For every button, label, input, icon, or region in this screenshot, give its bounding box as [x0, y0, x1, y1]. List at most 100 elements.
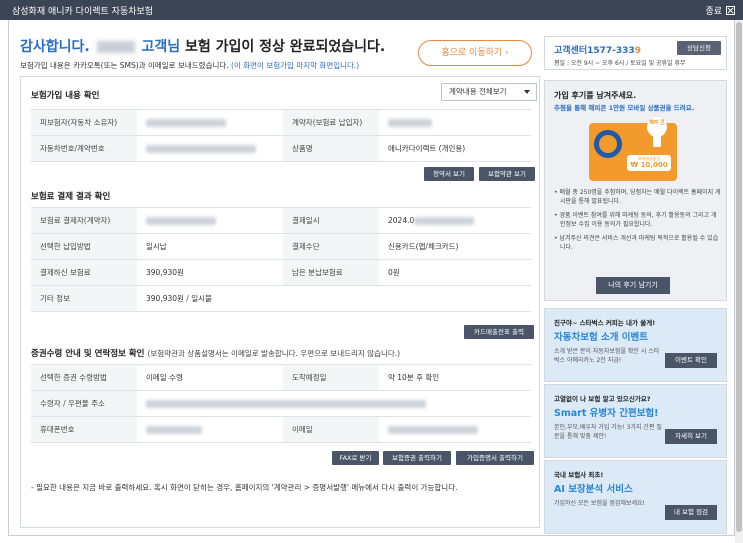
check-my-insurance-button[interactable]: 내 보험 점검	[665, 505, 717, 520]
cell-value: 390,930원 / 일시불	[137, 285, 531, 312]
home-button[interactable]: 홈으로 이동하기 ›	[418, 40, 532, 66]
cell-value: 390,930원	[137, 259, 283, 286]
gift-card-image: 해피 콘 모바일상품권 ₩ 10,000	[589, 117, 677, 181]
cell-value	[137, 390, 531, 417]
close-icon	[726, 6, 735, 15]
review-subtitle: 추첨을 통해 해피콘 1만원 모바일 상품권을 드려요.	[554, 104, 695, 112]
thanks-customer: 고객님	[141, 39, 181, 55]
masked-value	[388, 426, 478, 434]
section1-title: 보험가입 내용 확인	[31, 91, 100, 101]
gift-badge: 해피 콘	[647, 117, 667, 137]
masked-value	[146, 145, 256, 153]
cell-value	[137, 109, 283, 136]
table-row: 기타 정보 390,930원 / 일시불	[31, 285, 531, 312]
table-row: 선택한 증권 수령방법 이메일 수령 도착예정일 약 10분 후 확인	[31, 364, 531, 391]
section1-table: 피보험자(자동차 소유자) 계약자(보험료 납입자) 자동차번호/계약번호 상품…	[31, 109, 531, 162]
list-item: • 경품 이벤트 참여를 위해 마케팅 동의, 후기 활용동의 그리고 개인정보…	[554, 212, 717, 228]
cell-header: 이메일	[283, 416, 379, 443]
contract-view-dropdown[interactable]: 계약내용 전체보기	[441, 83, 537, 101]
cell-value	[379, 416, 531, 443]
masked-value	[146, 400, 426, 408]
section2-title: 보험료 결제 결과 확인	[31, 192, 111, 202]
list-item: • 매월 총 250명을 추첨하며, 당첨자는 매월 다이렉트 홈페이지 게시판…	[554, 189, 721, 205]
cell-header: 결제일시	[283, 207, 379, 234]
cup-icon	[653, 135, 661, 147]
cell-value: 2024.0	[379, 207, 531, 234]
card-receipt-button[interactable]: 카드매출전표 출력	[464, 325, 534, 339]
cell-value: 0원	[379, 259, 531, 286]
cell-header: 피보험자(자동차 소유자)	[31, 109, 137, 136]
review-bullets: • 매월 총 250명을 추첨하며, 당첨자는 매월 다이렉트 홈페이지 게시판…	[554, 188, 722, 257]
notice-blue: (이 화면이 보험가입 마지막 화면입니다.)	[231, 61, 360, 70]
cell-header: 남은 분납보험료	[283, 259, 379, 286]
promo-line2: AI 보장분석 서비스	[554, 484, 633, 495]
cell-value: 약 10분 후 확인	[379, 364, 531, 391]
cell-header: 기타 정보	[31, 285, 137, 312]
chevron-down-icon	[524, 90, 530, 94]
view-policy-terms-button[interactable]: 보험약관 보기	[479, 167, 535, 181]
gift-price: ₩ 10,000	[630, 161, 668, 169]
write-review-button[interactable]: 나의 후기 남기기	[596, 277, 670, 294]
promo-ai-analysis: 국내 보험사 최초! AI 보장분석 서비스 가입하신 모든 보험을 점검해보세…	[544, 460, 727, 534]
cell-value	[379, 109, 531, 136]
thanks-suffix: 보험 가입이 정상 완료되었습니다.	[184, 39, 386, 55]
close-label: 종료	[705, 7, 722, 17]
print-certificate-button[interactable]: 가입증명서 출력하기	[456, 451, 534, 465]
promo-line1: 국내 보험사 최초!	[554, 471, 604, 479]
list-item: • 남겨주신 의견은 서비스 개선과 마케팅 목적으로 활용될 수 있습니다.	[554, 235, 719, 251]
view-application-button[interactable]: 청약서 보기	[424, 167, 474, 181]
masked-value	[388, 119, 432, 127]
customer-name-masked	[96, 41, 135, 53]
scrollbar-thumb[interactable]	[736, 22, 742, 532]
cell-header: 자동차번호/계약번호	[31, 135, 137, 162]
call-center-hours: 평일 : 오전 9시 ~ 오후 6시 / 토요일 및 공휴일 휴무	[554, 60, 686, 67]
table-row: 보험료 결제자(계약자) 결제일시 2024.0	[31, 207, 531, 234]
review-title: 가입 후기를 남겨주세요.	[554, 91, 637, 100]
masked-value	[146, 119, 226, 127]
table-row: 선택한 납입방법 일시납 결제수단 신용카드(앱/체크카드)	[31, 233, 531, 260]
fax-button[interactable]: FAX로 받기	[332, 451, 379, 465]
thanks-prefix: 감사합니다.	[20, 39, 90, 55]
table-row: 피보험자(자동차 소유자) 계약자(보험료 납입자)	[31, 109, 531, 136]
dropdown-value: 계약내용 전체보기	[449, 87, 507, 96]
promo-line1: 친구야~ 스타벅스 커피는 내가 쏠게!	[554, 319, 656, 327]
cell-value: 일시납	[137, 233, 283, 260]
cell-value	[137, 135, 283, 162]
consult-request-button[interactable]: 상담신청	[677, 41, 721, 55]
promo-desc: 소개 받은 분이 자동차보험을 확인 시 스타벅스 아메리카노 2잔 지급!	[554, 348, 660, 364]
call-number-last: 9	[634, 46, 641, 56]
promo-line1: 고열없이 나 보험 알고 있으신가요?	[554, 395, 651, 403]
cell-header: 선택한 납입방법	[31, 233, 137, 260]
promo-desc: 본인,부모,배우자 가입 가능! 3가지 간편 질문을 통해 맞춤 제안!	[554, 424, 662, 440]
review-box: 가입 후기를 남겨주세요. 추첨을 통해 해피콘 1만원 모바일 상품권을 드려…	[544, 80, 727, 301]
cell-header: 상품명	[283, 135, 379, 162]
call-number: 1577-333	[587, 46, 635, 56]
cell-header: 선택한 증권 수령방법	[31, 364, 137, 391]
promo-referral: 친구야~ 스타벅스 커피는 내가 쏠게! 자동차보험 소개 이벤트 소개 받은 …	[544, 308, 727, 382]
cell-header: 도착예정일	[283, 364, 379, 391]
section2-table: 보험료 결제자(계약자) 결제일시 2024.0 선택한 납입방법 일시납 결제…	[31, 207, 531, 312]
window-titlebar: 삼성화재 애니카 다이렉트 자동차보험 종료	[0, 0, 743, 20]
see-details-button[interactable]: 자세히 보기	[665, 429, 717, 444]
promo-smart-insurance: 고열없이 나 보험 알고 있으신가요? Smart 유병자 간편보험! 본인,부…	[544, 384, 727, 458]
table-row: 결제하신 보험료 390,930원 남은 분납보험료 0원	[31, 259, 531, 286]
table-row: 수령자 / 우편물 주소	[31, 390, 531, 417]
call-center-number: 고객센터1577-3339	[554, 43, 641, 56]
masked-value	[146, 426, 202, 434]
print-policy-button[interactable]: 보험증권 출력하기	[383, 451, 451, 465]
section3-subtitle: (보험약관과 상품설명서는 이메일로 발송합니다. 우편으로 보내드리지 않습니…	[147, 349, 401, 358]
scrollbar[interactable]	[735, 20, 743, 543]
gift-logo-icon	[594, 130, 622, 158]
promo-line2: Smart 유병자 간편보험!	[554, 408, 659, 419]
event-check-button[interactable]: 이벤트 확인	[665, 353, 717, 368]
cell-header: 보험료 결제자(계약자)	[31, 207, 137, 234]
cell-value: 애니카다이렉트 (개인용)	[379, 135, 531, 162]
notice-prefix: 보험가입 내용은 카카오톡(또는 SMS)과 이메일로 보내드렸습니다.	[20, 61, 229, 70]
close-button[interactable]: 종료	[705, 4, 735, 17]
payment-date: 2024.0	[388, 216, 415, 225]
table-row: 휴대폰번호 이메일	[31, 416, 531, 443]
main-panel: 보험가입 내용 확인 계약내용 전체보기 피보험자(자동차 소유자) 계약자(보…	[20, 76, 540, 528]
masked-value	[146, 217, 216, 225]
table-row: 자동차번호/계약번호 상품명 애니카다이렉트 (개인용)	[31, 135, 531, 162]
cell-value	[137, 416, 283, 443]
